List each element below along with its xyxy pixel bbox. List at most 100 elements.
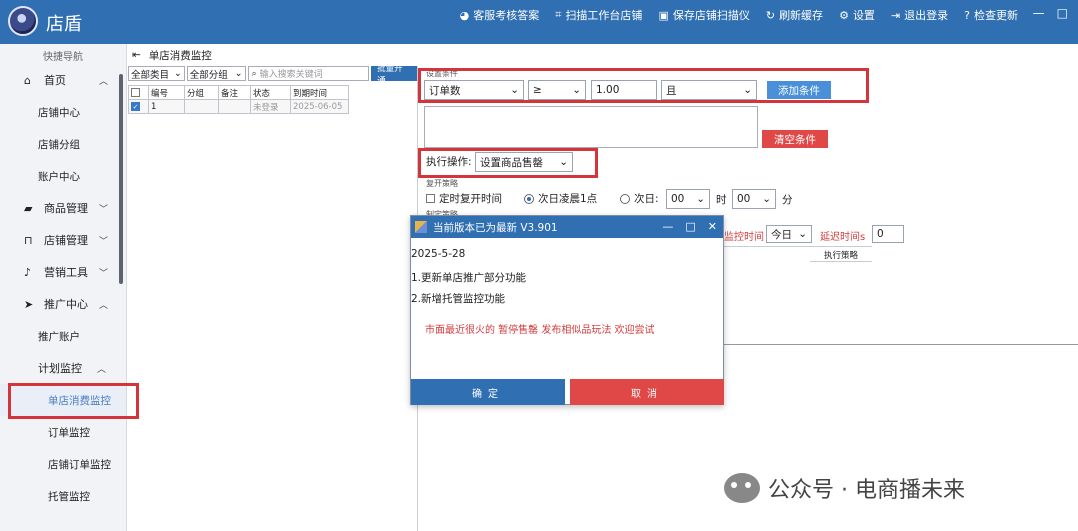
scan-icon: ⌗ [555, 8, 562, 21]
sidebar-item-promo[interactable]: ➤ 推广中心 ︿ [0, 288, 126, 320]
sidebar-item-shop-group[interactable]: 店铺分组 [0, 128, 126, 160]
title-bar: 店盾 ◕ 客服考核答案 ⌗ 扫描工作台店铺 ▣ 保存店铺扫描仪 ↻ 刷新缓存 ⚙ 设置 ⇥ 退出登录?… [0, 0, 1078, 44]
toolbar-item-6[interactable]: ? 检查更新 [964, 7, 1018, 23]
sidebar-item-promo-account[interactable]: 推广账户 [0, 320, 126, 352]
column-header: 备注 [218, 85, 251, 100]
chevron-up-icon: ︿ [98, 300, 108, 311]
sidebar-scrollbar[interactable] [119, 74, 123, 284]
sidebar-item-marketing[interactable]: ♪ 营销工具 ﹀ [0, 256, 126, 288]
sidebar-item-shop-center[interactable]: 店铺中心 [0, 96, 126, 128]
pie-chart-icon: ◕ [459, 8, 470, 22]
chevron-down-icon: ⌄ [173, 68, 182, 79]
toolbar-item-label: 设置 [852, 9, 875, 22]
monitor-time-select[interactable]: 今日 ⌄ [766, 225, 812, 243]
monitor-time-label: 监控时间 [724, 232, 764, 243]
highlight-box [418, 68, 869, 103]
sidebar-header: 快捷导航 [43, 52, 83, 63]
cell-expire: 2025-06-05 [290, 99, 349, 114]
minimize-icon[interactable]: — [662, 220, 673, 233]
minute-select[interactable]: 00 ⌄ [732, 189, 776, 209]
category-select[interactable]: 全部类目 ⌄ [128, 66, 185, 81]
breadcrumb: ⇤ 单店消费监控 [128, 45, 1078, 65]
search-input[interactable]: ⌕ 输入搜索关键词 [247, 66, 370, 81]
sidebar-item-home[interactable]: ⌂ 首页 ︿ [0, 64, 126, 96]
delay-input[interactable]: 0 [872, 225, 904, 243]
timed-reopen-checkbox[interactable] [426, 194, 435, 203]
highlight-box [8, 383, 139, 419]
timed-reopen-option[interactable]: 定时复开时间 [426, 191, 502, 206]
window-controls: — □ [1033, 6, 1068, 20]
chevron-up-icon: ︿ [98, 76, 108, 87]
toolbar-item-4[interactable]: ⚙ 设置 [839, 7, 875, 23]
cell-group [184, 99, 219, 114]
day-radio[interactable] [620, 193, 630, 204]
bell-icon: ♪ [24, 265, 32, 279]
select-all-checkbox[interactable] [128, 85, 149, 100]
table-row[interactable]: ✓ 1 未登录 2025-06-05 [128, 99, 349, 114]
sidebar-item-account-center[interactable]: 账户中心 [0, 160, 126, 192]
row-checkbox[interactable]: ✓ [128, 99, 149, 114]
promo-text: 市面最近很火的 暂停售罄 发布相似品玩法 欢迎尝试 [425, 325, 655, 336]
toolbar-item-label: 检查更新 [974, 9, 1018, 22]
release-note-2: 2.新增托管监控功能 [411, 293, 506, 305]
dialog-title: 当前版本已为最新 V3.901 [433, 221, 558, 234]
shield-logo-icon [8, 6, 38, 36]
minute-unit: 分 [782, 194, 793, 206]
delay-label: 延迟时间s [820, 232, 866, 243]
toolbar-item-label: 扫描工作台店铺 [565, 9, 643, 22]
next-day-time-option[interactable]: 次日: [620, 191, 659, 206]
group-select[interactable]: 全部分组 ⌄ [186, 66, 246, 81]
release-note-1: 1.更新单店推广部分功能 [411, 272, 527, 284]
next-day-1am-option[interactable]: 次日凌晨1点 [524, 191, 597, 206]
chevron-down-icon: ⌄ [762, 193, 771, 205]
sidebar-item-plan[interactable]: 计划监控 ︿ [0, 352, 126, 384]
next-day-radio[interactable] [524, 193, 534, 204]
shop-icon: ⊓ [24, 233, 33, 247]
sidebar-item-goods[interactable]: ▰ 商品管理 ﹀ [0, 192, 126, 224]
maximize-icon[interactable]: □ [685, 220, 695, 233]
search-icon: ⌕ [251, 68, 257, 79]
chevron-down-icon: ﹀ [98, 204, 108, 215]
column-header: 编号 [148, 85, 185, 100]
sidebar-item-order-monitor[interactable]: 订单监控 [0, 416, 126, 448]
sidebar-item-shop[interactable]: ⊓ 店铺管理 ﹀ [0, 224, 126, 256]
chevron-down-icon: ⌄ [798, 228, 807, 240]
release-date: 2025-5-28 [411, 248, 466, 260]
home-icon: ⌂ [24, 73, 31, 87]
hour-select[interactable]: 00 ⌄ [666, 189, 710, 209]
maximize-icon[interactable]: □ [1057, 6, 1068, 20]
toolbar-item-3[interactable]: ↻ 刷新缓存 [766, 7, 823, 23]
watermark: 公众号 · 电商播未来 [724, 472, 965, 504]
sidebar-item-hosting-monitor[interactable]: 托管监控 [0, 480, 126, 512]
ok-button[interactable]: 确定 [411, 379, 565, 405]
close-icon[interactable]: ✕ [708, 220, 717, 233]
logout-icon: ⇥ [890, 8, 901, 22]
chevron-up-icon: ︿ [96, 364, 106, 375]
sidebar-item-shop-order-monitor[interactable]: 店铺订单监控 [0, 448, 126, 480]
shop-list-pane: 全部类目 ⌄ 全部分组 ⌄ ⌕ 输入搜索关键词 批量开通 编号 分组 备注 状态 到… [128, 64, 418, 531]
chevron-down-icon: ⌄ [696, 193, 705, 205]
toolbar-item-label: 退出登录 [904, 9, 949, 22]
toolbar: ◕ 客服考核答案 ⌗ 扫描工作台店铺 ▣ 保存店铺扫描仪 ↻ 刷新缓存 ⚙ 设置 ⇥ 退出登录? 检查更… [460, 7, 1018, 23]
toolbar-item-0[interactable]: ◕ 客服考核答案 [460, 7, 540, 23]
clear-condition-button[interactable]: 清空条件 [762, 130, 828, 148]
batch-open-button[interactable]: 批量开通 [371, 64, 417, 86]
save-icon: ▣ [658, 8, 669, 22]
highlight-box [418, 148, 598, 178]
shop-table: 编号 分组 备注 状态 到期时间 ✓ 1 未登录 2025-06-05 [128, 85, 349, 114]
page-title: 单店消费监控 [148, 49, 212, 62]
cancel-button[interactable]: 取消 [570, 379, 724, 405]
toolbar-item-1[interactable]: ⌗ 扫描工作台店铺 [555, 7, 642, 23]
condition-list-box[interactable] [424, 106, 758, 148]
watermark-text: 公众号 · 电商播未来 [768, 478, 965, 503]
menu-fold-icon[interactable]: ⇤ [132, 49, 141, 61]
column-header: 执行策略 [810, 249, 872, 262]
minimize-icon[interactable]: — [1033, 6, 1045, 20]
app-small-icon [415, 221, 427, 233]
toolbar-item-5[interactable]: ⇥ 退出登录 [891, 7, 948, 23]
toolbar-item-2[interactable]: ▣ 保存店铺扫描仪 [658, 7, 749, 23]
app-title: 店盾 [46, 14, 82, 35]
cell-status: 未登录 [250, 99, 291, 114]
toolbar-item-label: 保存店铺扫描仪 [672, 9, 750, 22]
question-icon: ? [964, 8, 970, 22]
